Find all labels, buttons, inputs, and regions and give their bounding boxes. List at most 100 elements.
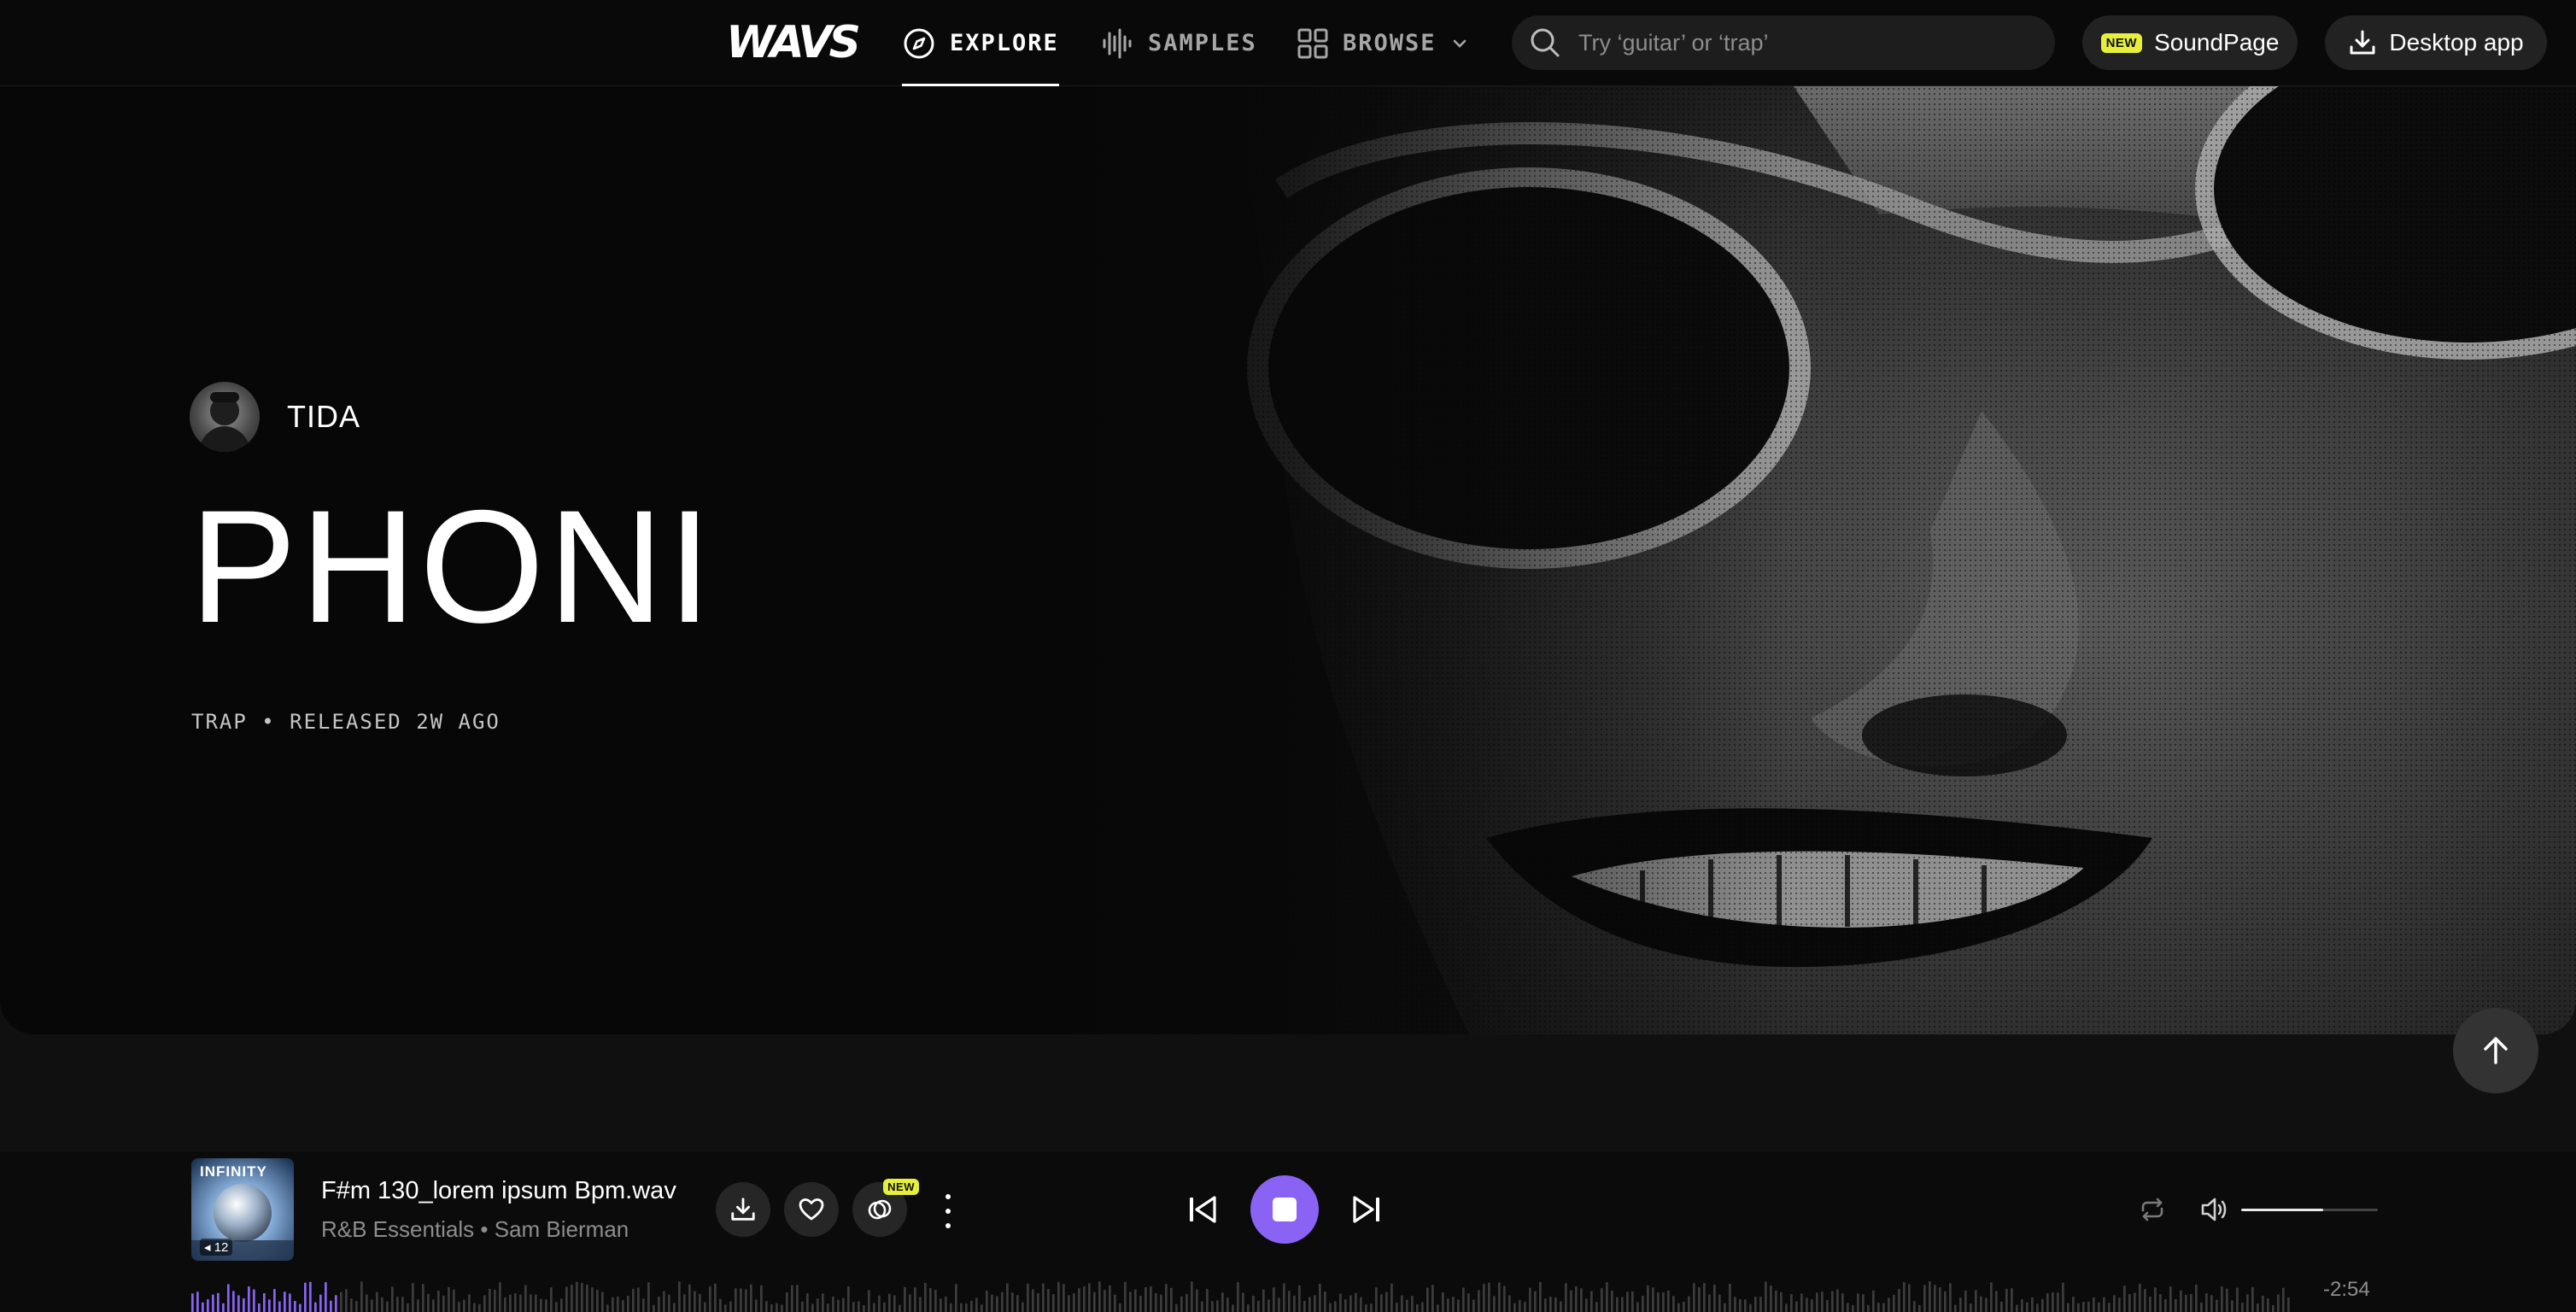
- waveform-bar: [1611, 1290, 1613, 1312]
- track-artist[interactable]: Sam Bierman: [495, 1216, 629, 1242]
- scroll-to-top-button[interactable]: [2453, 1008, 2538, 1093]
- waveform-bar: [858, 1301, 860, 1312]
- waveform-bar: [1934, 1285, 1936, 1312]
- waveform-scrubber[interactable]: [191, 1280, 2292, 1312]
- waveform-bar: [2128, 1294, 2131, 1312]
- waveform-bar: [827, 1303, 829, 1312]
- search-input[interactable]: [1578, 29, 2023, 56]
- waveform-bar: [745, 1289, 747, 1312]
- waveform-bar: [1575, 1286, 1578, 1312]
- waveform-bar: [1913, 1301, 1916, 1312]
- waveform-bar: [1478, 1290, 1480, 1312]
- waveform-bar: [299, 1303, 302, 1312]
- waveform-bar: [1032, 1289, 1034, 1312]
- waveform-bar: [530, 1294, 532, 1312]
- tab-samples-label: SAMPLES: [1148, 30, 1257, 56]
- waveform-bar: [350, 1298, 353, 1312]
- heart-icon: [799, 1198, 824, 1221]
- waveform-bar: [724, 1304, 727, 1312]
- stems-button[interactable]: NEW: [852, 1179, 919, 1237]
- waveform-bar: [560, 1298, 563, 1312]
- soundpage-button[interactable]: NEW SoundPage: [2082, 15, 2298, 70]
- waveform-bar: [1949, 1283, 1952, 1312]
- waveform-bar: [740, 1288, 742, 1312]
- waveform-bar: [791, 1285, 793, 1312]
- tab-browse[interactable]: BROWSE: [1297, 0, 1469, 86]
- track-pack[interactable]: R&B Essentials: [321, 1216, 474, 1242]
- waveform-bar: [591, 1287, 594, 1312]
- waveform-bar: [1232, 1304, 1234, 1312]
- waveform-bar: [453, 1289, 455, 1312]
- waveform-bar: [2236, 1287, 2239, 1312]
- waveform-bar: [2005, 1288, 2008, 1312]
- waveform-bar: [1780, 1292, 1783, 1312]
- tab-explore[interactable]: EXPLORE: [902, 0, 1059, 86]
- tab-samples[interactable]: SAMPLES: [1100, 0, 1257, 86]
- waveform-bar: [2026, 1302, 2029, 1312]
- waveform-bar: [381, 1297, 383, 1312]
- waveform-bar: [678, 1281, 681, 1312]
- volume-button[interactable]: [2197, 1192, 2231, 1227]
- waveform-bar: [612, 1297, 614, 1312]
- waveform-bar: [1601, 1288, 1603, 1312]
- waveform-bar: [325, 1282, 327, 1312]
- waveform-bar: [1160, 1294, 1162, 1312]
- cover-label: INFINITY: [200, 1163, 267, 1180]
- waveform-bar: [986, 1291, 988, 1312]
- waveform-bar: [422, 1284, 424, 1312]
- download-button[interactable]: [716, 1182, 770, 1237]
- logo[interactable]: WAVS: [726, 19, 861, 67]
- artist-name: TIDA: [287, 399, 361, 434]
- waveform-bar: [945, 1296, 947, 1312]
- waveform-bar: [1631, 1292, 1634, 1312]
- waveform-bar: [376, 1292, 378, 1312]
- waveform-bar: [284, 1292, 286, 1312]
- waveform-bar: [1355, 1292, 1357, 1312]
- waveform-bar: [847, 1286, 850, 1312]
- more-options-button[interactable]: [938, 1194, 958, 1228]
- waveform-bar: [391, 1286, 394, 1312]
- waveform-bar: [1898, 1289, 1900, 1312]
- stop-button[interactable]: [1250, 1175, 1319, 1244]
- waveform-bar: [1990, 1282, 1993, 1312]
- waveform-bar: [2180, 1290, 2182, 1312]
- search-bar[interactable]: [1512, 15, 2055, 70]
- waveform-bar: [1452, 1297, 1455, 1312]
- waveform-bar: [1139, 1296, 1142, 1312]
- next-button[interactable]: [1346, 1189, 1387, 1230]
- waveform-bar: [1365, 1304, 1367, 1312]
- waveform-bar: [278, 1301, 281, 1312]
- waveform-bar: [1339, 1293, 1342, 1312]
- track-cover[interactable]: INFINITY ◂ 12: [191, 1158, 294, 1261]
- track-title[interactable]: F#m 130_lorem ipsum Bpm.wav: [321, 1177, 676, 1205]
- desktop-app-button[interactable]: Desktop app: [2325, 15, 2547, 70]
- artist-avatar: [190, 382, 260, 452]
- loop-button[interactable]: [2135, 1192, 2169, 1227]
- waveform-bar: [2113, 1295, 2116, 1312]
- waveform-bar: [1616, 1297, 1619, 1312]
- waveform-bar: [899, 1304, 901, 1312]
- waveform-bar: [2103, 1297, 2105, 1312]
- artist-link[interactable]: TIDA: [190, 382, 360, 452]
- waveform-bar: [2062, 1282, 2064, 1312]
- waveform-bar: [668, 1294, 670, 1312]
- waveform-bar: [1524, 1302, 1526, 1312]
- hero-fade: [1025, 86, 1794, 1034]
- waveform-bar: [1431, 1285, 1434, 1312]
- waveform-bar: [1698, 1286, 1701, 1312]
- waveform-bar: [586, 1284, 588, 1312]
- volume-slider[interactable]: [2241, 1209, 2378, 1211]
- waveform-bar: [1544, 1298, 1547, 1312]
- waveform-bar: [1785, 1303, 1788, 1312]
- waveform-bar: [1273, 1287, 1275, 1312]
- waveform-bar: [1201, 1301, 1203, 1312]
- waveform-bar: [2041, 1298, 2044, 1312]
- stems-new-badge: NEW: [883, 1179, 919, 1195]
- waveform-bar: [514, 1293, 517, 1312]
- previous-button[interactable]: [1182, 1189, 1223, 1230]
- waveform-bar: [581, 1283, 583, 1312]
- like-button[interactable]: [784, 1182, 839, 1237]
- waveform-bar: [1795, 1301, 1798, 1312]
- waveform-bar: [1493, 1296, 1496, 1312]
- waveform-bar: [401, 1297, 404, 1312]
